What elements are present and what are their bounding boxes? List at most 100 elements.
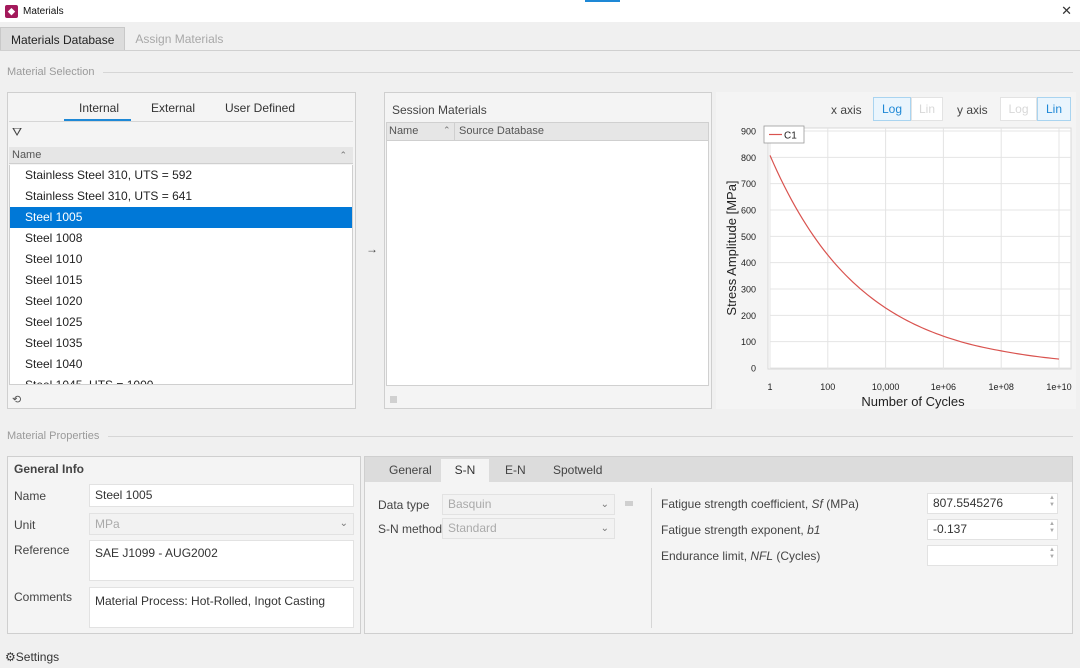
spinner-icon[interactable]: ▲ ▼	[1049, 547, 1055, 561]
tab-e-n[interactable]: E-N	[505, 463, 526, 477]
section-rule	[108, 436, 1073, 437]
chevron-down-icon: ⌄	[339, 518, 348, 529]
y-axis-scale-label: y axis	[957, 103, 988, 117]
refresh-icon[interactable]: ⟲	[12, 393, 21, 406]
fatigue-exponent-label: Fatigue strength exponent, b1	[661, 523, 820, 537]
list-item[interactable]: Steel 1008	[10, 228, 352, 249]
sort-up-icon: ⌃	[339, 150, 347, 160]
material-list[interactable]: Stainless Steel 310, UTS = 592 Stainless…	[9, 165, 353, 385]
comments-field[interactable]: Material Process: Hot-Rolled, Ingot Cast…	[89, 587, 354, 628]
remove-icon[interactable]	[390, 396, 397, 403]
tab-materials-database[interactable]: Materials Database	[0, 27, 126, 51]
filter-icon[interactable]: ⛛	[12, 125, 22, 140]
y-tick-label: 500	[741, 232, 756, 242]
list-item[interactable]: Steel 1035	[10, 333, 352, 354]
chevron-down-icon: ⌄	[600, 523, 609, 534]
session-materials-table[interactable]: Name ⌃ Source Database	[386, 122, 709, 386]
data-type-select[interactable]: Basquin ⌄	[442, 494, 615, 515]
tab-assign-materials[interactable]: Assign Materials	[125, 27, 233, 51]
y-tick-label: 300	[741, 285, 756, 295]
list-item[interactable]: Stainless Steel 310, UTS = 641	[10, 186, 352, 207]
data-type-options-icon[interactable]	[625, 501, 633, 506]
session-table-header: Name ⌃ Source Database	[387, 123, 708, 141]
y-log-button[interactable]: Log	[1000, 97, 1037, 121]
subtab-divider	[9, 121, 353, 122]
unit-label: Unit	[14, 518, 36, 532]
list-item[interactable]: Steel 1025	[10, 312, 352, 333]
list-item[interactable]: Steel 1040	[10, 354, 352, 375]
fatigue-exponent-text: Fatigue strength exponent,	[661, 523, 808, 537]
sort-icon: ⌃	[443, 125, 451, 135]
spinner-icon[interactable]: ▲ ▼	[1049, 521, 1055, 535]
transfer-arrow-icon[interactable]: →	[366, 242, 378, 256]
list-item[interactable]: Stainless Steel 310, UTS = 592	[10, 165, 352, 186]
chevron-down-icon: ⌄	[600, 499, 609, 510]
list-item[interactable]: Steel 1045, UTS = 1000	[10, 375, 352, 384]
list-header-name: Name	[12, 149, 42, 161]
subtab-user-defined[interactable]: User Defined	[225, 101, 295, 115]
list-item[interactable]: Steel 1020	[10, 291, 352, 312]
sn-method-select[interactable]: Standard ⌄	[442, 518, 615, 539]
materials-app-icon: ◆	[5, 4, 18, 18]
list-item[interactable]: Steel 1015	[10, 270, 352, 291]
x-log-button[interactable]: Log	[873, 97, 911, 121]
window-title: Materials	[23, 5, 64, 17]
unit-select[interactable]: MPa ⌄	[89, 513, 354, 535]
general-info-title: General Info	[14, 462, 85, 476]
fatigue-exponent-value: -0.137	[933, 522, 968, 536]
fatigue-exponent-symbol: b1	[807, 523, 821, 537]
legend: C1	[763, 125, 805, 144]
fatigue-coefficient-label: Fatigue strength coefficient, Sf (MPa)	[661, 497, 859, 511]
x-tick-label: 10,000	[872, 382, 900, 392]
y-tick-label: 0	[751, 364, 756, 374]
y-axis-title: Stress Amplitude [MPa]	[724, 180, 739, 315]
settings-icon: ⚙	[5, 650, 16, 664]
close-icon[interactable]: ✕	[1061, 3, 1072, 19]
fatigue-coefficient-text: Fatigue strength coefficient,	[661, 497, 812, 511]
data-type-label: Data type	[378, 498, 430, 512]
section-rule	[103, 72, 1073, 73]
fatigue-exponent-input[interactable]: -0.137 ▲ ▼	[927, 519, 1058, 540]
section-label-material-selection: Material Selection	[7, 66, 95, 78]
endurance-limit-input[interactable]: ▲ ▼	[927, 545, 1058, 566]
spinner-icon[interactable]: ▲ ▼	[1049, 495, 1055, 509]
y-tick-label: 600	[741, 206, 756, 216]
fatigue-coefficient-input[interactable]: 807.5545276 ▲ ▼	[927, 493, 1058, 514]
session-materials-title: Session Materials	[392, 103, 487, 117]
comments-label: Comments	[14, 590, 73, 604]
settings-button[interactable]: ⚙Settings	[5, 650, 59, 664]
x-axis-title: Number of Cycles	[861, 394, 965, 409]
progress-accent	[585, 0, 620, 2]
column-source-database[interactable]: Source Database	[459, 125, 544, 137]
x-tick-label: 100	[820, 382, 835, 392]
section-label-material-properties: Material Properties	[7, 430, 100, 442]
name-field[interactable]: Steel 1005	[89, 484, 354, 507]
data-type-value: Basquin	[448, 497, 492, 511]
x-tick-label: 1	[767, 382, 772, 392]
x-lin-button[interactable]: Lin	[911, 97, 943, 121]
reference-field[interactable]: SAE J1099 - AUG2002	[89, 540, 354, 581]
subtab-internal[interactable]: Internal	[79, 101, 119, 115]
tab-s-n[interactable]: S-N	[441, 459, 489, 483]
sn-method-label: S-N method	[378, 522, 443, 536]
subtab-external[interactable]: External	[151, 101, 195, 115]
x-tick-label: 1e+06	[931, 382, 956, 392]
tab-spotweld[interactable]: Spotweld	[553, 463, 602, 477]
sn-curve-chart[interactable]: 0100200300400500600700800900 1 100 10,000 1…	[716, 120, 1076, 412]
x-axis-scale-label: x axis	[831, 103, 862, 117]
tab-general[interactable]: General	[389, 463, 432, 477]
endurance-limit-symbol: NFL	[750, 549, 774, 563]
list-item[interactable]: Steel 1010	[10, 249, 352, 270]
column-name[interactable]: Name	[389, 125, 418, 137]
y-tick-label: 200	[741, 311, 756, 321]
x-tick-label: 1e+10	[1046, 382, 1071, 392]
list-item-selected[interactable]: Steel 1005	[10, 207, 352, 228]
top-tabs: Materials Database Assign Materials	[0, 27, 233, 51]
legend-label-c1: C1	[784, 131, 797, 142]
list-header[interactable]: Name ⌃	[9, 147, 353, 164]
endurance-limit-text: Endurance limit,	[661, 549, 751, 563]
y-tick-label: 700	[741, 179, 756, 189]
fatigue-coefficient-unit: (MPa)	[822, 497, 859, 511]
y-lin-button[interactable]: Lin	[1037, 97, 1071, 121]
y-tick-label: 800	[741, 153, 756, 163]
